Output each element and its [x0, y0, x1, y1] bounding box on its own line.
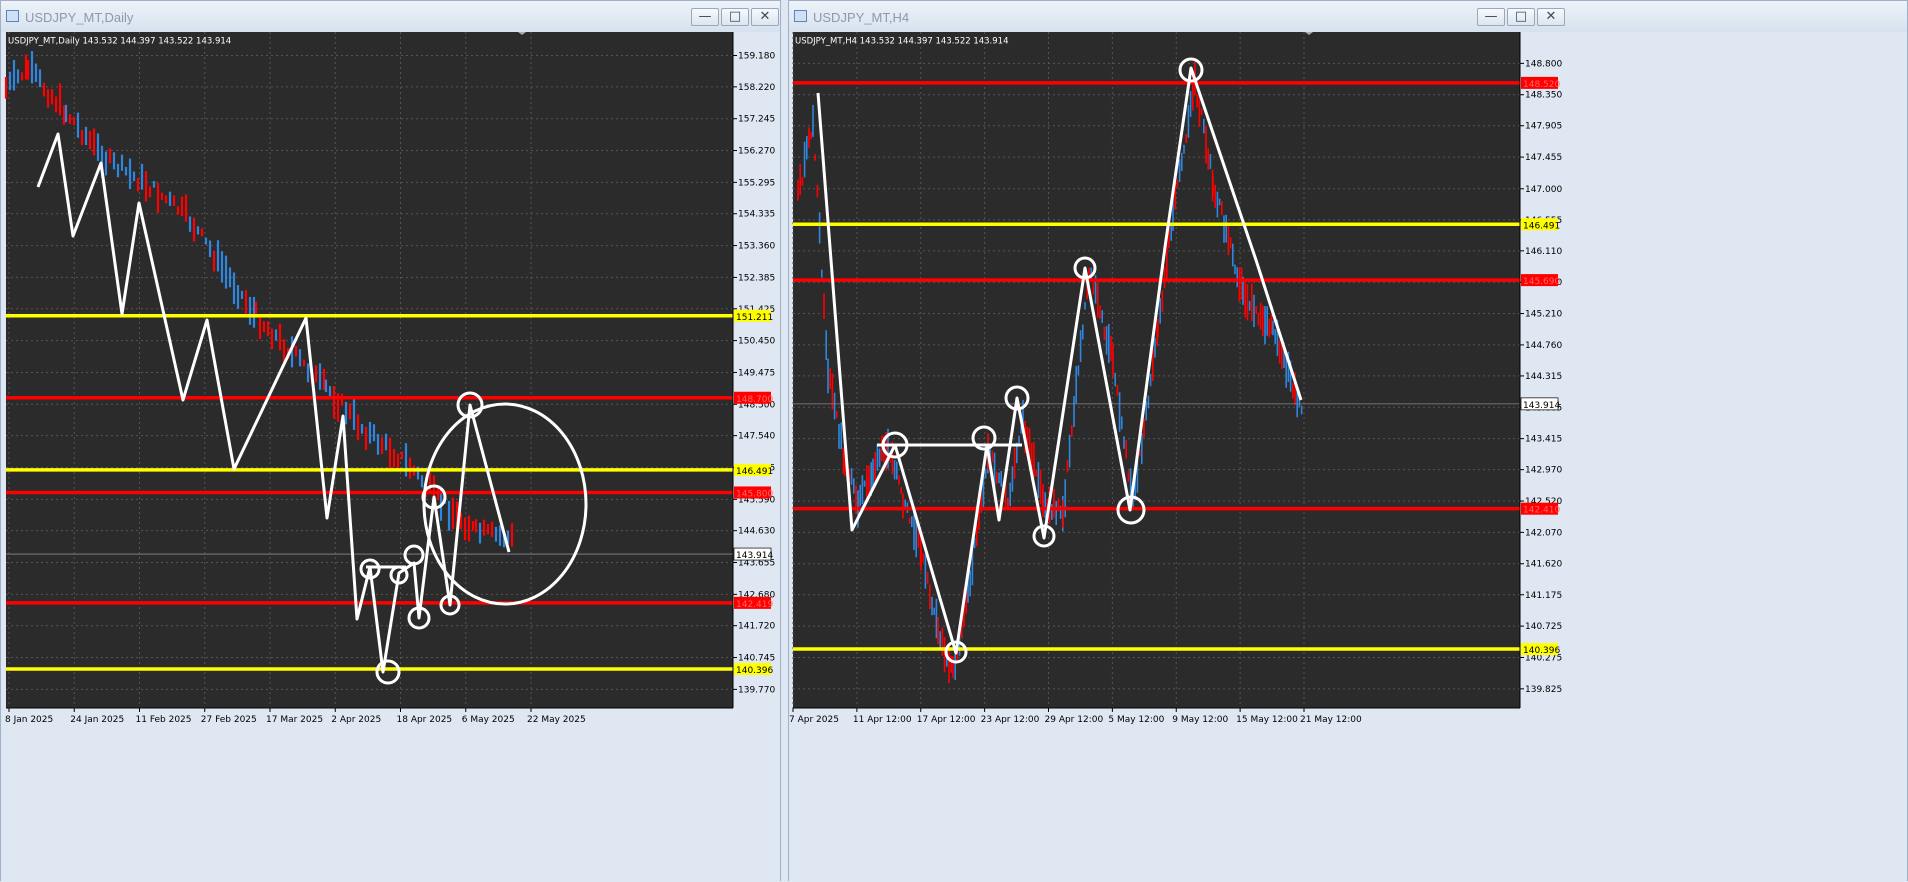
- price-tick-label: 144.760: [1525, 341, 1562, 351]
- price-tick-label: 155.295: [738, 178, 775, 188]
- level-price-label: 146.491: [1523, 221, 1560, 231]
- chart-plot-area[interactable]: [793, 32, 1520, 708]
- price-chart-h4[interactable]: 148.800148.350147.905147.455147.000146.5…: [789, 32, 1907, 882]
- close-button[interactable]: ✕: [751, 8, 779, 26]
- price-tick-label: 142.970: [1525, 466, 1562, 476]
- date-tick-label: 22 May 2025: [527, 715, 586, 725]
- date-tick-label: 17 Mar 2025: [266, 715, 323, 725]
- price-tick-label: 153.360: [738, 242, 775, 252]
- window-titlebar[interactable]: USDJPY_MT,H4 — □ ✕: [789, 1, 1907, 32]
- level-price-label: 146.491: [736, 467, 773, 477]
- chart-plot-area[interactable]: [6, 32, 733, 708]
- window-splitter[interactable]: [781, 0, 788, 881]
- maximize-icon: □: [1514, 9, 1528, 24]
- price-tick-label: 148.800: [1525, 59, 1562, 69]
- level-price-label: 151.211: [736, 313, 773, 323]
- date-tick-label: 6 May 2025: [462, 715, 515, 725]
- price-tick-label: 146.110: [1525, 247, 1562, 257]
- price-chart-daily[interactable]: 159.180 158.220 157.245 156.270 155.295 154.3…: [1, 32, 780, 882]
- price-tick-label: 142.070: [1525, 528, 1562, 538]
- date-tick-label: 9 May 12:00: [1172, 715, 1228, 725]
- level-price-label: 148.700: [736, 395, 773, 405]
- date-tick-label: 7 Apr 2025: [789, 715, 839, 725]
- level-price-label: 145.690: [1523, 277, 1560, 287]
- date-tick-label: 11 Apr 12:00: [853, 715, 912, 725]
- current-price-label: 143.914: [736, 551, 773, 561]
- price-tick-label: 158.220: [738, 83, 775, 93]
- price-tick-label: 159.180: [738, 52, 775, 62]
- date-tick-label: 18 Apr 2025: [397, 715, 453, 725]
- price-tick-label: 141.620: [1525, 560, 1562, 570]
- level-price-label: 140.396: [1523, 646, 1560, 656]
- price-tick-label: 147.455: [1525, 153, 1562, 163]
- level-price-label: 142.419: [736, 600, 773, 610]
- price-tick-label: 139.770: [738, 685, 775, 695]
- price-tick-label: 140.725: [1525, 622, 1562, 632]
- price-tick-label: 143.415: [1525, 435, 1562, 445]
- current-price-label: 143.914: [1523, 401, 1560, 411]
- level-price-label: 148.520: [1523, 80, 1560, 90]
- maximize-button[interactable]: □: [721, 8, 749, 26]
- chart-window-icon: [794, 10, 807, 22]
- level-price-label: 140.396: [736, 666, 773, 676]
- price-tick-label: 149.475: [738, 368, 775, 378]
- chart-window-daily[interactable]: USDJPY_MT,Daily — □ ✕ 159.180 158.220 157.…: [0, 0, 781, 882]
- close-button[interactable]: ✕: [1537, 8, 1565, 26]
- window-title: USDJPY_MT,H4: [813, 10, 910, 25]
- date-tick-label: 8 Jan 2025: [5, 715, 53, 725]
- maximize-icon: □: [728, 9, 742, 24]
- close-icon: ✕: [1545, 9, 1557, 24]
- price-tick-label: 148.350: [1525, 91, 1562, 101]
- date-tick-label: 27 Feb 2025: [201, 715, 257, 725]
- price-tick-label: 141.175: [1525, 591, 1562, 601]
- price-tick-label: 156.270: [738, 147, 775, 157]
- minimize-icon: —: [1484, 9, 1498, 24]
- minimize-icon: —: [698, 9, 712, 24]
- price-tick-label: 152.385: [738, 273, 775, 283]
- date-tick-label: 21 May 12:00: [1300, 715, 1362, 725]
- level-price-label: 145.800: [736, 489, 773, 499]
- price-tick-label: 154.335: [738, 210, 775, 220]
- price-tick-label: 150.450: [738, 337, 775, 347]
- minimize-button[interactable]: —: [691, 8, 719, 26]
- date-tick-label: 2 Apr 2025: [331, 715, 381, 725]
- price-tick-label: 145.210: [1525, 310, 1562, 320]
- window-titlebar[interactable]: USDJPY_MT,Daily — □ ✕: [1, 1, 780, 32]
- price-tick-label: 147.000: [1525, 185, 1562, 195]
- price-tick-label: 140.745: [738, 654, 775, 664]
- price-tick-label: 141.720: [738, 622, 775, 632]
- chart-window-icon: [6, 10, 19, 22]
- price-tick-label: 144.630: [738, 527, 775, 537]
- date-tick-label: 15 May 12:00: [1236, 715, 1298, 725]
- level-price-label: 142.410: [1523, 506, 1560, 516]
- price-tick-label: 157.245: [738, 115, 775, 125]
- price-tick-label: 144.315: [1525, 372, 1562, 382]
- chart-header: USDJPY_MT,H4 143.532 144.397 143.522 143…: [795, 37, 1008, 47]
- window-title: USDJPY_MT,Daily: [25, 10, 134, 25]
- price-tick-label: 139.825: [1525, 685, 1562, 695]
- chart-window-h4[interactable]: USDJPY_MT,H4 — □ ✕ 148.800 148.350 147.905…: [788, 0, 1908, 882]
- date-tick-label: 11 Feb 2025: [136, 715, 192, 725]
- date-tick-label: 29 Apr 12:00: [1045, 715, 1104, 725]
- date-tick-label: 17 Apr 12:00: [917, 715, 976, 725]
- date-tick-label: 23 Apr 12:00: [981, 715, 1040, 725]
- close-icon: ✕: [759, 9, 771, 24]
- date-tick-label: 5 May 12:00: [1108, 715, 1164, 725]
- maximize-button[interactable]: □: [1507, 8, 1535, 26]
- date-tick-label: 24 Jan 2025: [70, 715, 124, 725]
- chart-header: USDJPY_MT,Daily 143.532 144.397 143.522 …: [8, 37, 231, 47]
- minimize-button[interactable]: —: [1477, 8, 1505, 26]
- price-tick-label: 147.905: [1525, 122, 1562, 132]
- price-tick-label: 147.540: [738, 432, 775, 442]
